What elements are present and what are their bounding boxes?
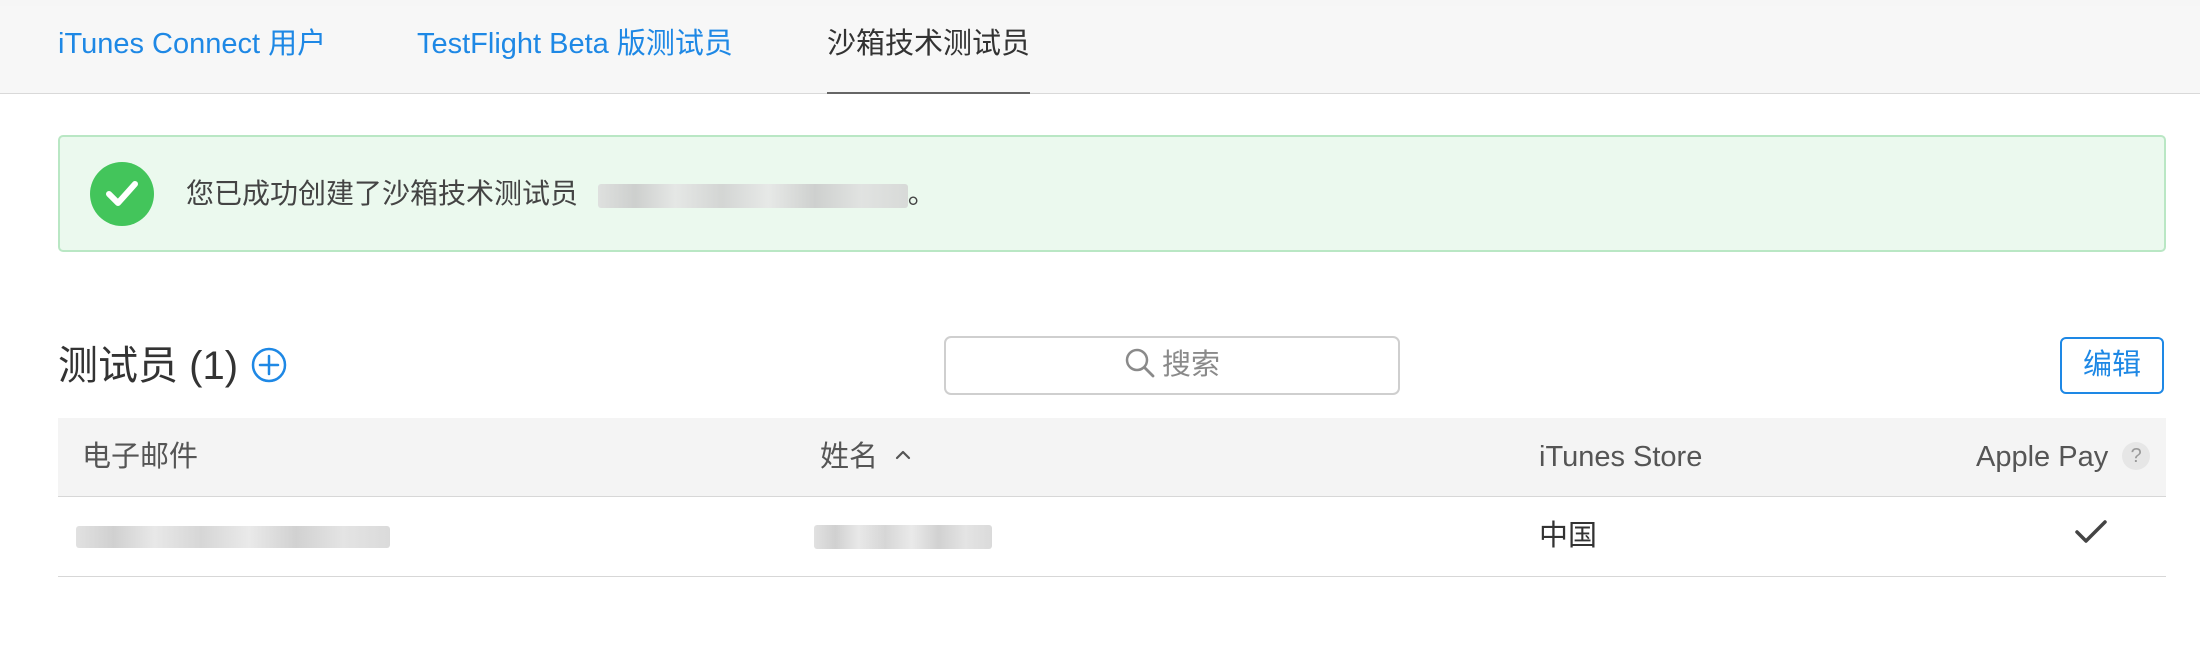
edit-button[interactable]: 编辑: [2060, 337, 2164, 394]
redacted-email: [76, 526, 390, 549]
success-alert: 您已成功创建了沙箱技术测试员 。: [58, 135, 2166, 252]
cell-email: [76, 497, 390, 576]
search-placeholder: 搜索: [1161, 349, 1220, 381]
testers-title: 测试员: [58, 344, 178, 388]
redacted-name: [814, 525, 992, 550]
cell-name: [814, 497, 992, 576]
column-header-apple-pay[interactable]: Apple Pay?: [1976, 418, 2151, 496]
alert-message-suffix: 。: [907, 178, 936, 209]
tab-bar: iTunes Connect 用户 TestFlight Beta 版测试员 沙…: [0, 6, 2200, 94]
question-circle-icon[interactable]: ?: [2122, 442, 2151, 471]
add-tester-button[interactable]: [251, 347, 287, 383]
column-header-name[interactable]: 姓名: [820, 418, 912, 496]
plus-circle-icon: [251, 347, 287, 383]
search-input[interactable]: 搜索: [944, 336, 1400, 395]
cell-itunes-store: 中国: [1539, 520, 1598, 552]
tab-testflight-beta-testers[interactable]: TestFlight Beta 版测试员: [417, 6, 733, 93]
redacted-email: [597, 183, 908, 208]
tab-itunes-connect-users[interactable]: iTunes Connect 用户: [58, 6, 326, 93]
table-header: 电子邮件 姓名 iTunes Store Apple Pay?: [58, 418, 2166, 497]
column-header-itunes-store[interactable]: iTunes Store: [1539, 418, 1702, 496]
checkmark-icon: [2075, 520, 2107, 544]
column-header-apple-pay-label: Apple Pay: [1976, 441, 2109, 473]
cell-apple-pay: [2074, 497, 2108, 576]
tab-sandbox-testers[interactable]: 沙箱技术测试员: [827, 6, 1031, 94]
check-circle-icon: [90, 162, 154, 226]
testers-heading: 测试员 (1): [58, 335, 238, 397]
testers-count: (1): [189, 344, 239, 388]
table-row[interactable]: 中国: [58, 497, 2166, 577]
column-header-name-label: 姓名: [820, 441, 879, 473]
search-icon: [1125, 349, 1155, 378]
alert-message-text: 您已成功创建了沙箱技术测试员: [186, 178, 579, 209]
alert-message: 您已成功创建了沙箱技术测试员 。: [186, 137, 936, 250]
column-header-email[interactable]: 电子邮件: [82, 418, 198, 496]
sort-ascending-icon: [895, 451, 911, 460]
